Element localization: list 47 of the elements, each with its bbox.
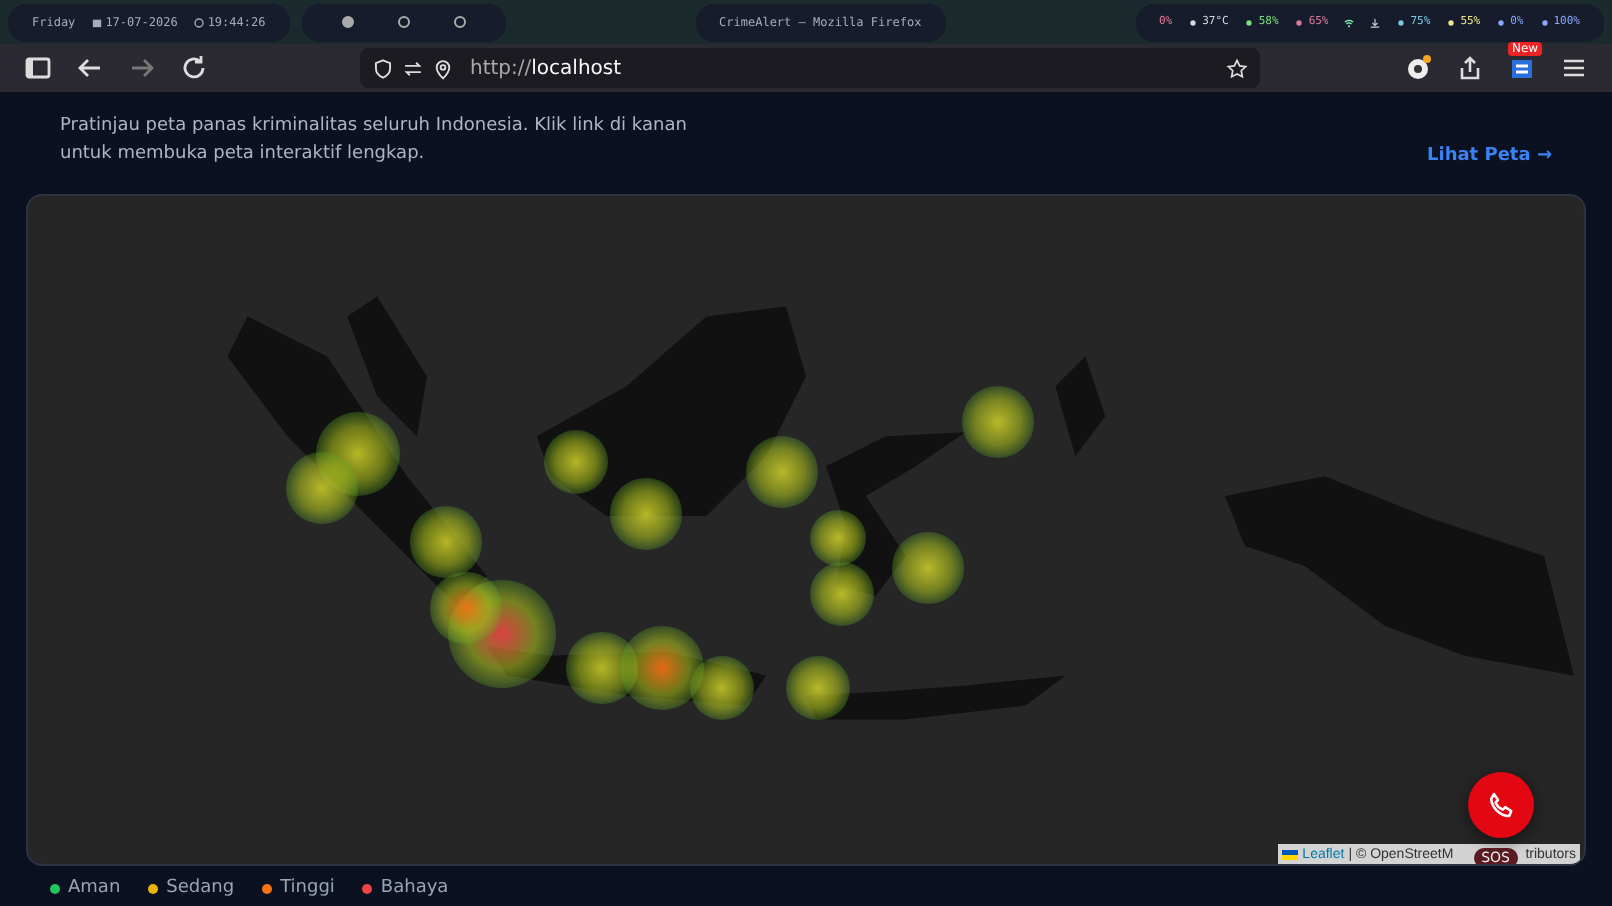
legend-label: Bahaya bbox=[380, 878, 449, 898]
status-icon bbox=[1294, 17, 1305, 27]
legend-label: Tinggi bbox=[280, 878, 335, 898]
calendar-icon bbox=[91, 17, 102, 27]
heat-spot bbox=[786, 656, 850, 720]
location-icon[interactable] bbox=[432, 57, 454, 79]
workspace-indicator[interactable] bbox=[397, 16, 410, 28]
legend-label: Sedang bbox=[166, 878, 235, 898]
heat-spot bbox=[810, 562, 874, 626]
heat-spot bbox=[962, 386, 1034, 458]
status-icon bbox=[1539, 17, 1550, 27]
heat-spot bbox=[746, 436, 818, 508]
heat-spot bbox=[892, 532, 964, 604]
extension-icon[interactable] bbox=[1404, 54, 1432, 82]
section-description: Pratinjau peta panas kriminalitas seluruh Indonesia. Klik link di kanan untuk membuka peta interaktif lengkap. bbox=[60, 114, 689, 168]
address-bar[interactable]: http://localhost bbox=[360, 48, 1260, 88]
heat-spot bbox=[809, 509, 867, 567]
heat-spot bbox=[316, 412, 400, 496]
heat-spot bbox=[286, 452, 358, 524]
permissions-icon[interactable] bbox=[402, 57, 424, 79]
wifi-icon bbox=[1344, 17, 1355, 27]
heat-spot bbox=[620, 626, 704, 710]
bookmark-star-icon[interactable] bbox=[1226, 57, 1248, 79]
status-icon bbox=[1496, 17, 1507, 27]
phone-icon bbox=[1485, 789, 1517, 821]
menu-icon[interactable] bbox=[1560, 54, 1588, 82]
download-icon bbox=[1370, 17, 1381, 27]
emergency-call-button[interactable] bbox=[1468, 772, 1534, 838]
heat-spot bbox=[610, 478, 682, 550]
extension-icon[interactable] bbox=[1508, 54, 1536, 82]
shield-icon[interactable] bbox=[372, 57, 394, 79]
workspace-indicator[interactable] bbox=[341, 16, 354, 28]
reload-icon[interactable] bbox=[180, 54, 208, 82]
forward-icon[interactable] bbox=[128, 54, 156, 82]
back-icon[interactable] bbox=[76, 54, 104, 82]
workspace-indicator[interactable] bbox=[453, 16, 466, 28]
status-icon bbox=[1396, 17, 1407, 27]
clock-icon bbox=[193, 17, 204, 27]
share-icon[interactable] bbox=[1456, 54, 1484, 82]
status-icon bbox=[1446, 17, 1457, 27]
status-icon bbox=[1188, 17, 1199, 27]
sidebar-icon[interactable] bbox=[24, 54, 52, 82]
status-icon bbox=[1244, 17, 1255, 27]
heat-spot bbox=[544, 430, 608, 494]
view-map-link[interactable]: Lihat Peta → bbox=[1427, 146, 1552, 166]
heat-spot bbox=[690, 656, 754, 720]
legend-label: Aman bbox=[68, 878, 121, 898]
